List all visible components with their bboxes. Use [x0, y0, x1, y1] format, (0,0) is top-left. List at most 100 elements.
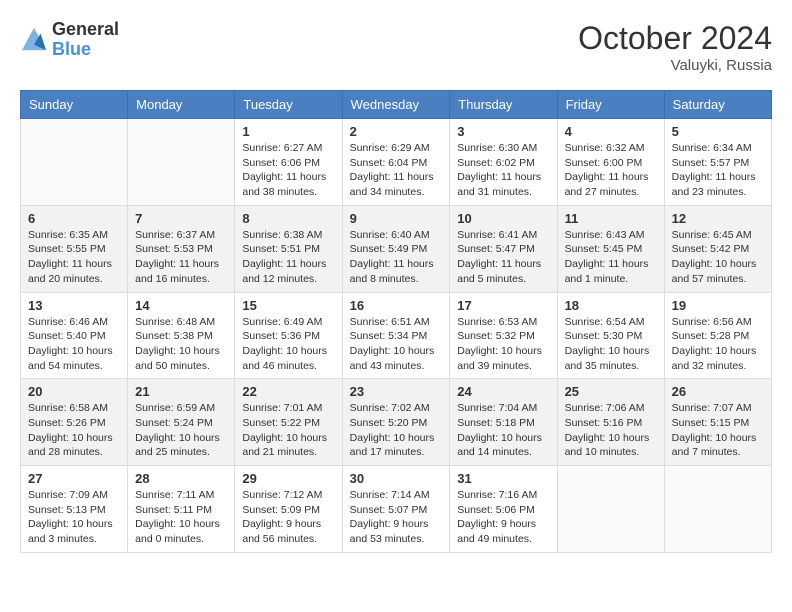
day-info: Sunrise: 6:30 AMSunset: 6:02 PMDaylight:… [457, 141, 549, 200]
day-number: 22 [242, 384, 334, 399]
calendar-cell: 17Sunrise: 6:53 AMSunset: 5:32 PMDayligh… [450, 292, 557, 379]
calendar-cell: 2 Sunrise: 6:29 AMSunset: 6:04 PMDaylight… [342, 119, 450, 206]
day-number: 8 [242, 211, 334, 226]
day-number: 16 [350, 298, 443, 313]
page-header: General Blue October 2024 Valuyki, Russi… [20, 20, 772, 74]
day-info: Sunrise: 7:12 AMSunset: 5:09 PMDaylight:… [242, 488, 334, 547]
day-number: 15 [242, 298, 334, 313]
calendar-cell: 8 Sunrise: 6:38 AMSunset: 5:51 PMDaylight… [235, 205, 342, 292]
day-info: Sunrise: 6:29 AMSunset: 6:04 PMDaylight:… [350, 141, 443, 200]
day-number: 30 [350, 471, 443, 486]
day-number: 21 [135, 384, 227, 399]
month-year: October 2024 [578, 20, 772, 57]
calendar-cell [21, 119, 128, 206]
day-info: Sunrise: 7:01 AMSunset: 5:22 PMDaylight:… [242, 401, 334, 460]
day-info: Sunrise: 6:51 AMSunset: 5:34 PMDaylight:… [350, 315, 443, 374]
calendar-cell: 20 Sunrise: 6:58 AMSunset: 5:26 PMDayligh… [21, 379, 128, 466]
day-info: Sunrise: 7:09 AMSunset: 5:13 PMDaylight:… [28, 488, 120, 547]
logo-blue: Blue [52, 40, 119, 60]
day-number: 18 [565, 298, 657, 313]
calendar-body: 1Sunrise: 6:27 AMSunset: 6:06 PMDaylight… [21, 119, 772, 553]
day-number: 2 [350, 124, 443, 139]
day-info: Sunrise: 6:43 AMSunset: 5:45 PMDaylight:… [565, 228, 657, 287]
day-info: Sunrise: 6:48 AMSunset: 5:38 PMDaylight:… [135, 315, 227, 374]
calendar-week-row: 6 Sunrise: 6:35 AMSunset: 5:55 PMDaylight… [21, 205, 772, 292]
calendar-cell: 3Sunrise: 6:30 AMSunset: 6:02 PMDaylight… [450, 119, 557, 206]
header-day: Friday [557, 91, 664, 119]
day-info: Sunrise: 6:38 AMSunset: 5:51 PMDaylight:… [242, 228, 334, 287]
day-info: Sunrise: 6:58 AMSunset: 5:26 PMDaylight:… [28, 401, 120, 460]
calendar-cell: 25Sunrise: 7:06 AMSunset: 5:16 PMDayligh… [557, 379, 664, 466]
day-number: 4 [565, 124, 657, 139]
calendar-cell: 10Sunrise: 6:41 AMSunset: 5:47 PMDayligh… [450, 205, 557, 292]
calendar-cell: 5Sunrise: 6:34 AMSunset: 5:57 PMDaylight… [664, 119, 771, 206]
calendar-cell [557, 466, 664, 553]
day-info: Sunrise: 6:56 AMSunset: 5:28 PMDaylight:… [672, 315, 764, 374]
day-number: 13 [28, 298, 120, 313]
calendar-cell: 1Sunrise: 6:27 AMSunset: 6:06 PMDaylight… [235, 119, 342, 206]
calendar-cell: 31 Sunrise: 7:16 AMSunset: 5:06 PMDayligh… [450, 466, 557, 553]
day-number: 12 [672, 211, 764, 226]
day-info: Sunrise: 6:32 AMSunset: 6:00 PMDaylight:… [565, 141, 657, 200]
day-info: Sunrise: 7:07 AMSunset: 5:15 PMDaylight:… [672, 401, 764, 460]
day-number: 14 [135, 298, 227, 313]
day-number: 20 [28, 384, 120, 399]
calendar-cell: 9Sunrise: 6:40 AMSunset: 5:49 PMDaylight… [342, 205, 450, 292]
day-info: Sunrise: 7:02 AMSunset: 5:20 PMDaylight:… [350, 401, 443, 460]
calendar-week-row: 27 Sunrise: 7:09 AMSunset: 5:13 PMDayligh… [21, 466, 772, 553]
day-info: Sunrise: 7:04 AMSunset: 5:18 PMDaylight:… [457, 401, 549, 460]
calendar-cell: 4 Sunrise: 6:32 AMSunset: 6:00 PMDaylight… [557, 119, 664, 206]
calendar-week-row: 20 Sunrise: 6:58 AMSunset: 5:26 PMDayligh… [21, 379, 772, 466]
calendar-cell: 18 Sunrise: 6:54 AMSunset: 5:30 PMDayligh… [557, 292, 664, 379]
calendar-cell: 15 Sunrise: 6:49 AMSunset: 5:36 PMDayligh… [235, 292, 342, 379]
header-day: Saturday [664, 91, 771, 119]
calendar-cell: 30 Sunrise: 7:14 AMSunset: 5:07 PMDayligh… [342, 466, 450, 553]
header-day: Sunday [21, 91, 128, 119]
day-info: Sunrise: 7:14 AMSunset: 5:07 PMDaylight:… [350, 488, 443, 547]
day-number: 5 [672, 124, 764, 139]
calendar-table: SundayMondayTuesdayWednesdayThursdayFrid… [20, 90, 772, 553]
day-number: 19 [672, 298, 764, 313]
calendar-week-row: 1Sunrise: 6:27 AMSunset: 6:06 PMDaylight… [21, 119, 772, 206]
day-info: Sunrise: 6:40 AMSunset: 5:49 PMDaylight:… [350, 228, 443, 287]
calendar-cell: 7Sunrise: 6:37 AMSunset: 5:53 PMDaylight… [128, 205, 235, 292]
calendar-cell: 26 Sunrise: 7:07 AMSunset: 5:15 PMDayligh… [664, 379, 771, 466]
header-row: SundayMondayTuesdayWednesdayThursdayFrid… [21, 91, 772, 119]
logo: General Blue [20, 20, 119, 60]
calendar-cell: 28Sunrise: 7:11 AMSunset: 5:11 PMDayligh… [128, 466, 235, 553]
day-number: 6 [28, 211, 120, 226]
calendar-cell: 21 Sunrise: 6:59 AMSunset: 5:24 PMDayligh… [128, 379, 235, 466]
calendar-cell: 6 Sunrise: 6:35 AMSunset: 5:55 PMDaylight… [21, 205, 128, 292]
day-number: 26 [672, 384, 764, 399]
day-info: Sunrise: 7:16 AMSunset: 5:06 PMDaylight:… [457, 488, 549, 547]
calendar-cell: 29Sunrise: 7:12 AMSunset: 5:09 PMDayligh… [235, 466, 342, 553]
calendar-header: SundayMondayTuesdayWednesdayThursdayFrid… [21, 91, 772, 119]
day-number: 27 [28, 471, 120, 486]
day-number: 17 [457, 298, 549, 313]
calendar-cell: 22 Sunrise: 7:01 AMSunset: 5:22 PMDayligh… [235, 379, 342, 466]
calendar-cell [128, 119, 235, 206]
calendar-cell: 16 Sunrise: 6:51 AMSunset: 5:34 PMDayligh… [342, 292, 450, 379]
calendar-week-row: 13 Sunrise: 6:46 AMSunset: 5:40 PMDayligh… [21, 292, 772, 379]
day-number: 31 [457, 471, 549, 486]
day-number: 11 [565, 211, 657, 226]
day-info: Sunrise: 6:54 AMSunset: 5:30 PMDaylight:… [565, 315, 657, 374]
title-block: October 2024 Valuyki, Russia [578, 20, 772, 74]
day-info: Sunrise: 6:49 AMSunset: 5:36 PMDaylight:… [242, 315, 334, 374]
calendar-cell: 13 Sunrise: 6:46 AMSunset: 5:40 PMDayligh… [21, 292, 128, 379]
day-info: Sunrise: 6:37 AMSunset: 5:53 PMDaylight:… [135, 228, 227, 287]
day-info: Sunrise: 6:35 AMSunset: 5:55 PMDaylight:… [28, 228, 120, 287]
location: Valuyki, Russia [578, 57, 772, 74]
calendar-cell: 14 Sunrise: 6:48 AMSunset: 5:38 PMDayligh… [128, 292, 235, 379]
header-day: Monday [128, 91, 235, 119]
header-day: Thursday [450, 91, 557, 119]
day-info: Sunrise: 6:27 AMSunset: 6:06 PMDaylight:… [242, 141, 334, 200]
day-number: 25 [565, 384, 657, 399]
day-info: Sunrise: 6:59 AMSunset: 5:24 PMDaylight:… [135, 401, 227, 460]
day-info: Sunrise: 6:46 AMSunset: 5:40 PMDaylight:… [28, 315, 120, 374]
day-info: Sunrise: 6:45 AMSunset: 5:42 PMDaylight:… [672, 228, 764, 287]
calendar-cell [664, 466, 771, 553]
header-day: Wednesday [342, 91, 450, 119]
header-day: Tuesday [235, 91, 342, 119]
calendar-cell: 12 Sunrise: 6:45 AMSunset: 5:42 PMDayligh… [664, 205, 771, 292]
